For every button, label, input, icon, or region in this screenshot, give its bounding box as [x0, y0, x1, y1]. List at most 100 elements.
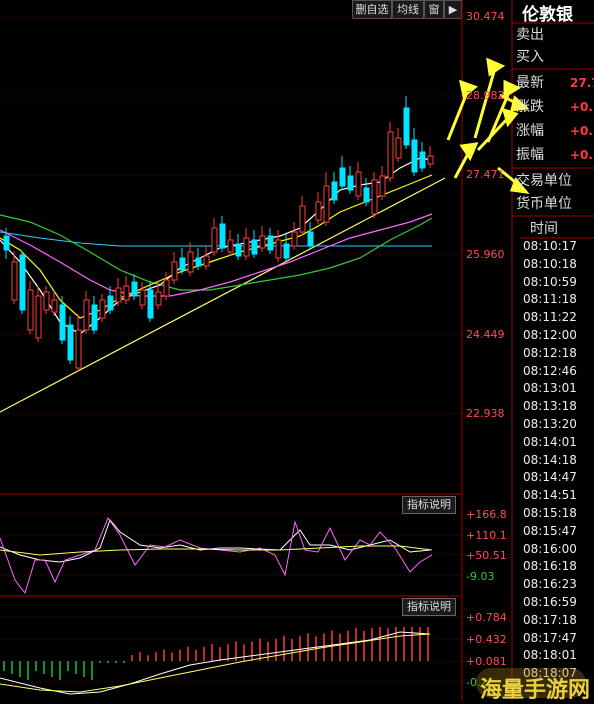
candle-body [403, 107, 410, 146]
latest-label: 最新 [516, 75, 544, 91]
candle-body [339, 167, 346, 187]
time-row[interactable]: 08:14:01 [520, 434, 594, 452]
time-row[interactable]: 08:14:51 [520, 487, 594, 505]
time-row[interactable]: 08:16:18 [520, 558, 594, 576]
price-tick-6: 22.938 [466, 407, 505, 420]
macd-histogram [3, 627, 429, 680]
time-row[interactable]: 08:10:59 [520, 274, 594, 292]
candle-body [211, 227, 218, 253]
time-row[interactable]: 08:11:18 [520, 291, 594, 309]
time-row[interactable]: 08:10:18 [520, 256, 594, 274]
time-row[interactable]: 08:16:23 [520, 576, 594, 594]
candle-body [67, 324, 74, 361]
watermark-text: 海量手游网 [480, 677, 591, 703]
candle-body [395, 137, 402, 159]
indicator1-help-button[interactable]: 指标说明 [402, 496, 456, 514]
candle-body [179, 257, 186, 271]
trend-line [0, 177, 446, 413]
candle-body [267, 235, 274, 251]
time-row[interactable]: 08:12:00 [520, 327, 594, 345]
ind1-tick-3: +50.51 [466, 549, 507, 562]
candle-body [235, 243, 242, 257]
sell-label: 卖出 [516, 27, 544, 43]
price-tick-2: 28.982 [466, 89, 505, 102]
candle-body [163, 279, 170, 297]
candle-body [275, 239, 282, 259]
amplitude-label: 振幅 [516, 147, 544, 163]
time-row[interactable]: 08:13:20 [520, 416, 594, 434]
candle-body [379, 175, 386, 197]
candlestick-group [3, 96, 434, 372]
ind1-tick-2: +110.1 [466, 529, 507, 542]
buy-label: 买入 [516, 49, 544, 65]
candle-body [195, 257, 202, 267]
candle-body [347, 175, 354, 191]
candle-body [307, 231, 314, 247]
ind1-tick-4: -9.03 [466, 570, 495, 583]
candle-body [299, 205, 306, 233]
candle-body [27, 289, 34, 331]
price-tick-3: 27.471 [466, 168, 505, 181]
time-row[interactable]: 08:10:17 [520, 238, 594, 256]
candle-body [227, 239, 234, 253]
candle-body [203, 255, 210, 267]
candle-body [131, 281, 138, 297]
price-tick-4: 25.960 [466, 248, 505, 261]
candle-body [411, 139, 418, 173]
candle-body [75, 329, 82, 369]
candle-body [427, 155, 434, 165]
candle-body [107, 295, 114, 311]
ind2-tick-3: +0.081 [466, 655, 507, 668]
ind1-tick-1: +166.8 [466, 508, 507, 521]
candle-body [91, 304, 98, 331]
time-row[interactable]: 08:14:18 [520, 452, 594, 470]
time-row[interactable]: 08:15:18 [520, 505, 594, 523]
ind2-tick-2: +0.432 [466, 633, 507, 646]
time-row[interactable]: 08:18:01 [520, 647, 594, 665]
candle-body [59, 304, 66, 341]
time-row[interactable]: 08:16:59 [520, 594, 594, 612]
candle-body [43, 291, 50, 311]
time-row[interactable]: 08:14:47 [520, 469, 594, 487]
time-row[interactable]: 08:11:22 [520, 309, 594, 327]
time-row[interactable]: 08:17:18 [520, 612, 594, 630]
ind2-yellow-line [0, 633, 431, 693]
time-row[interactable]: 08:13:01 [520, 380, 594, 398]
instrument-title: 伦敦银 [522, 5, 573, 25]
candle-body [3, 235, 10, 251]
change-pct-label: 涨幅 [516, 123, 544, 139]
price-tick-1: 30.474 [466, 10, 505, 23]
time-row[interactable]: 08:13:18 [520, 398, 594, 416]
change-value: +0.2 [570, 100, 594, 114]
candle-body [147, 289, 154, 319]
candle-body [99, 299, 106, 319]
time-row[interactable]: 08:12:46 [520, 363, 594, 381]
time-row[interactable]: 08:15:47 [520, 523, 594, 541]
candle-body [123, 285, 130, 301]
time-row[interactable]: 08:12:18 [520, 345, 594, 363]
change-pct-value: +0.2 [570, 124, 594, 138]
candle-body [139, 289, 146, 306]
time-list[interactable]: 08:10:17 08:10:18 08:10:59 08:11:18 08:11:22… [520, 238, 594, 683]
latest-value: 27.7 [570, 76, 594, 90]
amplitude-value: +0.3 [570, 148, 594, 162]
time-row[interactable]: 08:16:00 [520, 541, 594, 559]
currency-unit-label: 货币单位 [516, 196, 572, 212]
candle-body [355, 171, 362, 197]
candle-body [243, 237, 250, 257]
candle-body [219, 223, 226, 249]
candle-body [323, 185, 330, 223]
candle-body [171, 261, 178, 281]
candle-body [331, 181, 338, 201]
candle-body [363, 187, 370, 203]
time-row[interactable]: 08:17:47 [520, 630, 594, 648]
candle-body [115, 287, 122, 303]
indicator2-help-button[interactable]: 指标说明 [402, 598, 456, 616]
chart-canvas[interactable] [0, 0, 594, 701]
candle-body [283, 243, 290, 259]
candle-body [251, 239, 258, 255]
ma-magenta-line [0, 213, 433, 297]
ind2-tick-1: +0.784 [466, 611, 507, 624]
ind1-yellow-line [0, 545, 433, 556]
change-label: 涨跌 [516, 99, 544, 115]
